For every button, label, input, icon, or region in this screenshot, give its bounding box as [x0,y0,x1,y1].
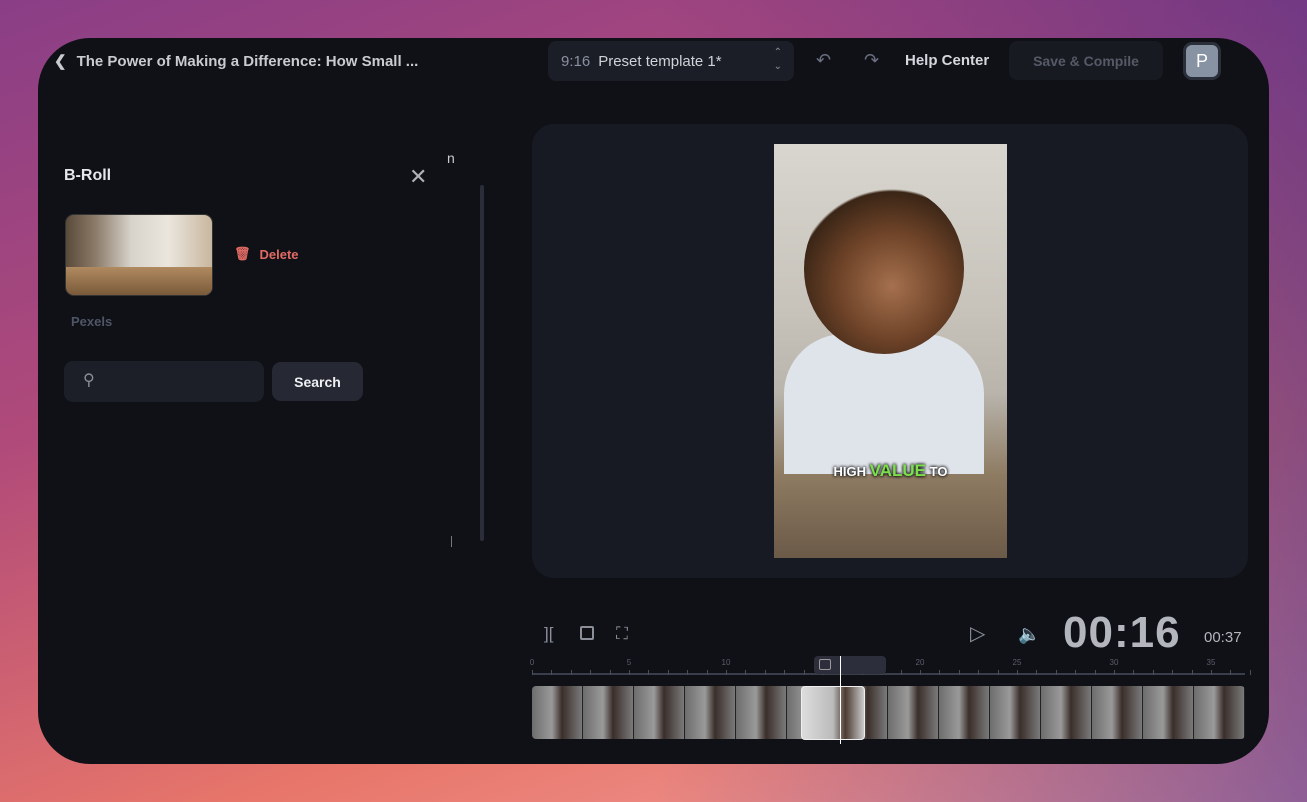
aspect-ratio: 9:16 [561,52,591,70]
ruler-tick [532,670,533,675]
undo-icon[interactable]: ↶ [816,50,831,71]
app-window: ❮ The Power of Making a Difference: How S… [38,38,1269,764]
ruler-tick [570,670,572,675]
ruler-tick [667,670,669,675]
broll-marker[interactable] [814,656,886,674]
ruler-label: 20 [915,658,925,667]
ruler-tick [939,670,941,675]
ruler-tick [764,670,766,675]
play-icon[interactable]: ▷ [970,621,985,646]
search-input[interactable]: ⚲ [64,361,264,402]
ruler-tick [745,670,747,675]
source-label: Pexels [71,314,113,329]
ruler-tick [997,670,999,675]
timeline-frame [1092,686,1144,739]
timeline-frame [532,686,583,739]
ruler-tick [784,670,786,675]
ruler-label: 35 [1206,658,1216,667]
ruler-label: 10 [721,658,731,667]
timeline-frame [990,686,1042,739]
broll-thumbnail[interactable] [65,214,213,296]
trash-icon: 🗑 [234,246,251,261]
delete-button[interactable]: 🗑 Delete [234,246,299,262]
avatar[interactable]: P [1183,42,1221,80]
selected-clip[interactable] [801,686,865,740]
ruler-label: 25 [1012,658,1022,667]
delete-label: Delete [259,246,299,262]
ruler-label: 30 [1109,658,1119,667]
divider [451,536,452,547]
timeline-frame [735,686,787,739]
ruler-tick [687,670,689,675]
caption: HIGH VALUE TO [774,461,1007,481]
ruler-tick [1133,670,1135,675]
timeline-frame [939,686,991,739]
chevron-left-icon: ❮ [54,53,67,70]
image-icon [819,659,831,670]
ruler-tick [726,670,727,675]
ruler-tick [1191,670,1193,675]
updown-icon: ⌃ ⌄ [773,47,782,72]
ruler-tick [1152,670,1154,675]
close-icon[interactable]: ✕ [409,164,427,190]
search-icon: ⚲ [83,372,95,389]
back-button[interactable]: ❮ The Power of Making a Difference: How S… [54,52,419,71]
ruler-tick [706,670,708,675]
timeline-frame [1041,686,1093,739]
ruler-tick [1114,670,1115,675]
ruler-tick [978,670,980,675]
ruler-tick [1172,670,1174,675]
ruler-tick [629,670,630,675]
ruler-tick [1036,670,1038,675]
ruler-tick [1211,670,1212,675]
ruler-tick [1094,670,1096,675]
panel-title: B-Roll [64,167,112,184]
ruler-tick [609,670,611,675]
ruler-tick [590,670,592,675]
caption-word: HIGH [833,464,867,479]
ruler-tick [1055,670,1057,675]
video-frame[interactable]: HIGH VALUE TO [774,144,1007,558]
timeline-frame [1193,686,1245,739]
timeline-frame [684,686,736,739]
ruler-tick [1230,670,1232,675]
total-time: 00:37 [1204,629,1242,646]
ruler-tick [1075,670,1077,675]
help-center-link[interactable]: Help Center [905,52,989,69]
redo-icon[interactable]: ↷ [864,50,879,71]
volume-icon[interactable]: 🔈 [1018,624,1040,645]
playhead[interactable] [840,656,841,744]
timeline-frame [633,686,685,739]
timeline-frame [888,686,940,739]
search-button[interactable]: Search [272,362,363,401]
ruler-tick [900,670,902,675]
preset-name: Preset template 1* [598,52,722,70]
timeline-frame [582,686,634,739]
ruler-tick [1249,670,1251,675]
preset-select[interactable]: 9:16 Preset template 1* ⌃ ⌄ [548,41,794,81]
ruler-label: 0 [529,658,535,667]
ruler-tick [648,670,650,675]
ruler-label: 5 [626,658,632,667]
ruler-tick [1017,670,1018,675]
caption-highlight: VALUE [869,461,927,480]
project-title: The Power of Making a Difference: How Sm… [76,52,419,70]
split-icon[interactable]: ][ [544,624,553,644]
current-time: 00:16 [1063,608,1181,657]
clipped-text: n [447,150,455,166]
stop-icon[interactable] [580,626,594,640]
ruler-tick [551,670,553,675]
timeline-frame [1143,686,1194,739]
ruler-tick [958,670,960,675]
timeline-ruler[interactable]: 0 5 10 20 25 30 35 [529,658,1251,678]
scrollbar[interactable] [480,185,484,541]
timeline-strip[interactable] [532,686,1245,739]
save-compile-button[interactable]: Save & Compile [1009,41,1163,80]
ruler-tick [920,670,921,675]
ruler-tick [803,670,805,675]
caption-word: TO [929,464,948,479]
face-focus-icon[interactable]: ⛶ [616,624,628,644]
